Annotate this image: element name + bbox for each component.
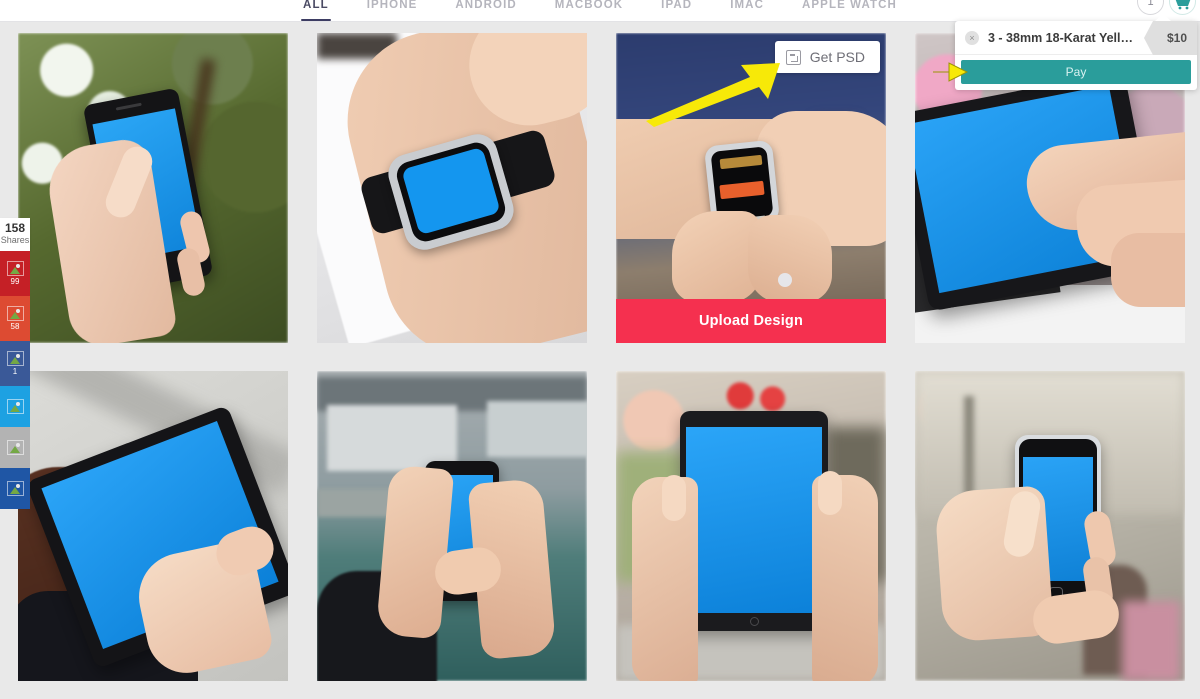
share-pinterest[interactable]: 99 (0, 251, 30, 296)
mockup-photo (18, 371, 288, 681)
tab-android[interactable]: ANDROID (453, 0, 518, 21)
mockup-photo (18, 33, 288, 343)
mockup-card-apple-watch-outdoors[interactable]: Get PSD Upload Design (616, 33, 886, 343)
broken-image-icon (6, 261, 24, 276)
get-psd-label: Get PSD (809, 49, 865, 65)
share-linkedin[interactable] (0, 468, 30, 509)
cart-item-title: 3 - 38mm 18-Karat Yell… (988, 30, 1133, 45)
category-tab-list: ALL IPHONE ANDROID MACBOOK IPAD IMAC APPLE WAT… (0, 0, 1200, 22)
arrow-to-pay (933, 59, 993, 90)
mockup-grid: Get PSD Upload Design (18, 33, 1188, 681)
tab-all[interactable]: ALL (301, 0, 331, 21)
mockup-photo (317, 33, 587, 343)
arrow-to-get-psd (646, 61, 796, 132)
tab-ipad[interactable]: IPAD (659, 0, 694, 21)
broken-image-icon (6, 306, 24, 321)
mockup-photo (915, 371, 1185, 681)
mockup-card-phone-harbor[interactable] (317, 371, 587, 681)
broken-image-icon (6, 440, 24, 455)
broken-image-icon (6, 351, 24, 366)
share-count: 158 (4, 221, 26, 235)
mockup-card-iphone-city[interactable] (915, 371, 1185, 681)
broken-image-icon (6, 481, 24, 496)
tab-apple-watch[interactable]: APPLE WATCH (800, 0, 899, 21)
mockup-photo (317, 371, 587, 681)
tab-iphone[interactable]: IPHONE (365, 0, 420, 21)
cart-line-item: × 3 - 38mm 18-Karat Yell… $10 (955, 20, 1197, 55)
mockup-card-apple-watch-desk[interactable] (317, 33, 587, 343)
upload-design-button[interactable]: Upload Design (616, 299, 886, 343)
share-disabled[interactable] (0, 427, 30, 468)
share-button-count: 99 (10, 277, 20, 286)
share-total: 158 Shares (0, 218, 30, 251)
mockup-card-tablet-overhead[interactable] (18, 371, 288, 681)
cart-item-price: $10 (1143, 20, 1197, 55)
share-facebook[interactable]: 1 (0, 341, 30, 386)
remove-item-button[interactable]: × (965, 30, 979, 45)
top-navigation-bar: ALL IPHONE ANDROID MACBOOK IPAD IMAC APPLE WAT… (0, 0, 1200, 22)
tab-imac[interactable]: IMAC (728, 0, 766, 21)
mockup-gallery-page: ALL IPHONE ANDROID MACBOOK IPAD IMAC APPLE WAT… (0, 0, 1200, 699)
share-button-count: 58 (10, 322, 20, 331)
mockup-card-android-phone-foliage[interactable] (18, 33, 288, 343)
share-google-plus[interactable]: 58 (0, 296, 30, 341)
mockup-card-ipad-portrait-street[interactable] (616, 371, 886, 681)
cart-count-value: 1 (1147, 0, 1154, 8)
cart-item-count-badge[interactable]: 1 (1137, 0, 1164, 15)
share-twitter[interactable] (0, 386, 30, 427)
cart-cluster: 1 (1137, 0, 1196, 15)
broken-image-icon (6, 399, 24, 414)
pay-button[interactable]: Pay (961, 60, 1191, 84)
mockup-photo (616, 371, 886, 681)
shopping-cart-icon[interactable] (1169, 0, 1196, 15)
tab-macbook[interactable]: MACBOOK (553, 0, 625, 21)
share-count-label: Shares (0, 235, 30, 245)
share-button-count: 1 (12, 367, 18, 376)
share-button-list: 99 58 1 (0, 251, 30, 509)
checkout-popover: × 3 - 38mm 18-Karat Yell… $10 Pay (933, 14, 1197, 90)
social-share-rail: 158 Shares 99 58 1 (0, 218, 30, 509)
